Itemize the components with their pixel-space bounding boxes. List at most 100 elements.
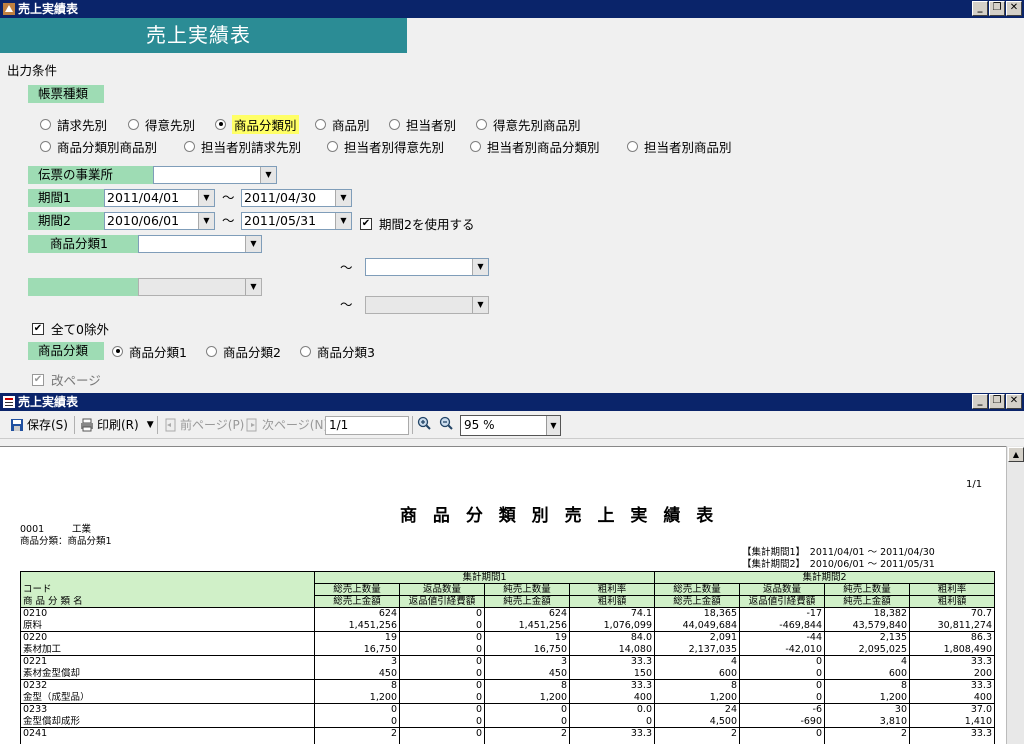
table-cell: 33.3: [909, 679, 995, 692]
print-dropdown-icon[interactable]: ▼: [147, 416, 154, 434]
table-cell: 18,365: [654, 607, 740, 620]
report-icon: [3, 396, 15, 408]
table-cell: 0: [739, 679, 825, 692]
close-button[interactable]: ✕: [1006, 1, 1022, 16]
period1-to-date[interactable]: 2011/04/30 ▼: [241, 189, 352, 207]
chevron-down-icon: ▼: [335, 213, 351, 229]
radio-report-type-5[interactable]: 得意先別商品別: [476, 115, 581, 133]
blank-label: [28, 278, 138, 296]
restore-button[interactable]: ❐: [989, 1, 1005, 16]
radio-indicator: [40, 118, 51, 130]
col-header: 純売上金額: [824, 595, 910, 608]
check-icon: ✔: [360, 217, 372, 230]
col-header: 純売上金額: [484, 595, 570, 608]
chevron-down-icon: ▼: [546, 416, 560, 435]
table-cell: 624: [484, 607, 570, 620]
conditions-heading: 出力条件: [7, 63, 58, 78]
chevron-down-icon: ▼: [472, 259, 488, 275]
prev-page-button[interactable]: 前ページ(P): [163, 416, 244, 434]
zoom-out-icon: [439, 416, 453, 430]
zoom-out-button[interactable]: [439, 416, 456, 430]
radio-report-type-0[interactable]: 請求先別: [40, 115, 107, 133]
col-header: 返品数量: [739, 583, 825, 596]
table-row: [20, 739, 995, 744]
print-button[interactable]: 印刷(R) ▼: [80, 416, 154, 434]
preview-close-button[interactable]: ✕: [1006, 394, 1022, 409]
radio-category-level-2[interactable]: 商品分類2: [206, 342, 281, 360]
radio-report-type-10[interactable]: 担当者別商品別: [627, 137, 732, 155]
radio-report-type-7[interactable]: 担当者別請求先別: [184, 137, 301, 155]
chevron-down-icon: ▼: [245, 236, 261, 252]
table-cell: 624: [314, 607, 400, 620]
radio-report-type-3[interactable]: 商品別: [315, 115, 370, 133]
preview-minimize-button[interactable]: _: [972, 394, 988, 409]
row-code: 0233: [20, 703, 315, 716]
prev-page-icon: [165, 418, 176, 432]
table-row: 0221 3 0 3 33.3 4 0 4 33.3: [20, 655, 995, 668]
next-page-button[interactable]: 次ページ(N): [245, 416, 328, 434]
table-row: 素材金型償却 450 0 450 150 600 0 600 200: [20, 667, 995, 680]
radio-report-type-8[interactable]: 担当者別得意先別: [327, 137, 444, 155]
office-select[interactable]: ▼: [153, 166, 277, 184]
table-row: 素材加工 16,750 0 16,750 14,080 2,137,035 -42,010 2…: [20, 643, 995, 656]
period2-to-date[interactable]: 2011/05/31 ▼: [241, 212, 352, 230]
table-cell: 1,200: [654, 691, 740, 704]
preview-restore-button[interactable]: ❐: [989, 394, 1005, 409]
col-header: 返品数量: [399, 583, 485, 596]
table-row: 金型償却成形 0 0 0 0 4,500 -690 3,810 1,410: [20, 715, 995, 728]
table-cell: 84.0: [569, 631, 655, 644]
table-cell: 3,810: [824, 715, 910, 728]
radio-category-level-1[interactable]: 商品分類1: [112, 342, 187, 360]
radio-category-level-3[interactable]: 商品分類3: [300, 342, 375, 360]
radio-indicator: [627, 140, 638, 152]
radio-report-type-1[interactable]: 得意先別: [128, 115, 195, 133]
next-page-icon: [246, 418, 257, 432]
table-cell: 2,137,035: [654, 643, 740, 656]
minimize-button[interactable]: _: [972, 1, 988, 16]
zoom-select[interactable]: 95 % ▼: [460, 415, 561, 436]
scroll-up-icon[interactable]: ▲: [1008, 447, 1024, 462]
category1-from-select[interactable]: ▼: [138, 235, 262, 253]
save-button[interactable]: 保存(S): [10, 416, 68, 434]
category1-to-select[interactable]: ▼: [365, 258, 489, 276]
floppy-icon: [11, 419, 23, 431]
table-cell: [654, 739, 740, 744]
period1-from-date[interactable]: 2011/04/01 ▼: [104, 189, 215, 207]
row-name: 素材金型償却: [20, 667, 315, 680]
table-cell: 0: [399, 643, 485, 656]
radio-report-type-2[interactable]: 商品分類別: [215, 114, 299, 134]
table-cell: [399, 739, 485, 744]
table-cell: 0.0: [569, 703, 655, 716]
vertical-scrollbar[interactable]: ▲: [1006, 446, 1024, 744]
table-cell: 1,808,490: [909, 643, 995, 656]
radio-report-type-4[interactable]: 担当者別: [389, 115, 456, 133]
table-cell: 43,579,840: [824, 619, 910, 632]
col-header: 粗利額: [909, 595, 995, 608]
table-cell: 2,091: [654, 631, 740, 644]
table-cell: 0: [399, 631, 485, 644]
main-titlebar[interactable]: 売上実績表 _ ❐ ✕: [0, 0, 1024, 18]
col-header: 返品値引経費額: [739, 595, 825, 608]
radio-report-type-6[interactable]: 商品分類別商品別: [40, 137, 157, 155]
row-name: 原料: [20, 619, 315, 632]
page-number-input[interactable]: 1/1: [325, 416, 409, 435]
table-cell: -17: [739, 607, 825, 620]
exclude-zero-checkbox[interactable]: ✔ 全て0除外: [32, 319, 109, 338]
table-cell: 44,049,684: [654, 619, 740, 632]
preview-titlebar[interactable]: 売上実績表 _ ❐ ✕: [0, 393, 1024, 411]
preview-toolbar: 保存(S) 印刷(R) ▼ 前ページ(P) 次ページ(N) 1/1 95 % ▼: [0, 411, 1024, 439]
page-break-checkbox[interactable]: ✔ 改ページ: [32, 370, 101, 389]
table-cell: 0: [399, 667, 485, 680]
category-line: 商品分類：商品分類1: [20, 536, 112, 547]
table-cell: 0: [739, 655, 825, 668]
period2-from-date[interactable]: 2010/06/01 ▼: [104, 212, 215, 230]
zoom-in-button[interactable]: [417, 416, 434, 430]
report-preview[interactable]: 1/1 商 品 分 類 別 売 上 実 績 表 0001 工業 商品分類：商品分…: [0, 446, 1006, 744]
table-cell: 1,410: [909, 715, 995, 728]
use-period2-checkbox[interactable]: ✔ 期間2を使用する: [360, 214, 474, 233]
table-row: 0220 19 0 19 84.0 2,091 -44 2,135 86.3: [20, 631, 995, 644]
radio-report-type-9[interactable]: 担当者別商品分類別: [470, 137, 600, 155]
col-header: 総売上金額: [314, 595, 400, 608]
app-icon: [3, 3, 15, 15]
period2-line: 【集計期間2】 2010/06/01 ～ 2011/05/31: [742, 559, 935, 570]
